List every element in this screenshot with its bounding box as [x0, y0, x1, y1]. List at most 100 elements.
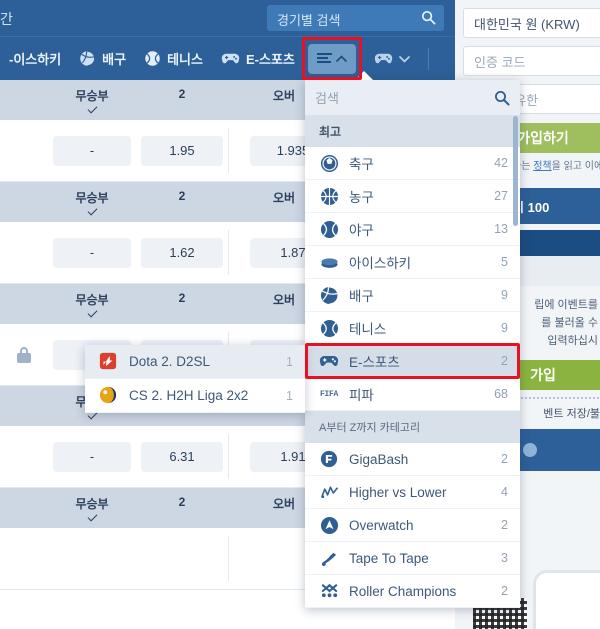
roller-champions-icon: [319, 581, 339, 601]
tennis-ball-icon: [319, 318, 339, 338]
cell-draw[interactable]: -: [48, 237, 136, 268]
nav-item-ice-hockey[interactable]: -이스하키: [0, 37, 70, 81]
signup-button-label: 가입하기: [517, 130, 569, 146]
header-draw[interactable]: 무승부: [48, 189, 136, 216]
submenu-item-dota2[interactable]: Dota 2. D2SL 1: [85, 345, 305, 379]
row-lock-slot: [0, 346, 48, 363]
search-placeholder: 경기별 검색: [277, 13, 341, 28]
header-draw-label: 무승부: [75, 191, 109, 205]
search-input[interactable]: 경기별 검색: [267, 5, 444, 31]
dropdown-item-roller-champions[interactable]: Roller Champions 2: [305, 575, 520, 608]
dropdown-item-higher-vs-lower[interactable]: Higher vs Lower 4: [305, 476, 520, 509]
nav-label: -이스하키: [9, 52, 62, 67]
nav-item-esports[interactable]: E-스포츠: [212, 37, 304, 81]
chevron-down-icon: [399, 55, 410, 63]
header-two[interactable]: 2: [136, 291, 228, 305]
promo-code-input[interactable]: 인증 코드: [463, 46, 600, 76]
dropdown-item-tennis[interactable]: 테니스 9: [305, 312, 520, 345]
chevron-down-icon: [87, 103, 97, 114]
dropdown-item-tape-to-tape[interactable]: Tape To Tape 3: [305, 542, 520, 575]
dropdown-item-overwatch[interactable]: Overwatch 2: [305, 509, 520, 542]
dropdown-scrollbar[interactable]: [513, 116, 518, 226]
lock-icon: [17, 346, 31, 363]
header-two[interactable]: 2: [136, 189, 228, 203]
time-column-label: 간: [0, 11, 13, 27]
dropdown-item-count: 9: [501, 288, 508, 302]
submenu-item-count: 1: [286, 354, 293, 369]
odds-value-two: 6.31: [141, 441, 223, 472]
cell-two[interactable]: 6.31: [136, 441, 228, 472]
nav-label: 배구: [102, 52, 127, 67]
header-over-label: 오버: [272, 191, 296, 205]
cell-two[interactable]: 1.62: [136, 237, 228, 268]
dota2-icon: [99, 352, 119, 372]
phone-mockup-image: [533, 570, 600, 629]
header-over-label: 오버: [272, 89, 296, 103]
dropdown-item-gigabash[interactable]: GigaBash 2: [305, 443, 520, 476]
cell-two[interactable]: 1.95: [136, 135, 228, 166]
dropdown-item-fifa[interactable]: FIFA 피파 68: [305, 378, 520, 411]
dropdown-item-soccer[interactable]: 축구 42: [305, 147, 520, 180]
join-button-label: 가입: [530, 367, 556, 383]
hockey-puck-icon: [319, 252, 339, 272]
dropdown-item-label: GigaBash: [349, 451, 409, 467]
list-lines-icon: [316, 52, 332, 63]
counter-strike-icon: [99, 386, 119, 406]
terms-mid: 을 읽고 이에: [551, 161, 600, 172]
search-icon: [495, 90, 510, 105]
dropdown-item-count: 2: [501, 452, 508, 466]
dropdown-item-label: E-스포츠: [349, 355, 400, 370]
header-two[interactable]: 2: [136, 87, 228, 101]
header-draw[interactable]: 무승부: [48, 495, 136, 522]
cell-draw[interactable]: -: [48, 135, 136, 166]
tape-to-tape-icon: [319, 548, 339, 568]
dropdown-search-input[interactable]: 검색: [305, 80, 520, 115]
terms-link[interactable]: 정책: [533, 161, 551, 172]
submenu-item-label: Dota 2. D2SL: [129, 354, 211, 369]
dropdown-item-baseball[interactable]: 야구 13: [305, 213, 520, 246]
basketball-icon: [319, 186, 339, 206]
header-draw[interactable]: 무승부: [48, 87, 136, 114]
dropdown-item-basketball[interactable]: 농구 27: [305, 180, 520, 213]
esports-controller-icon: [319, 351, 339, 371]
overwatch-icon: [319, 515, 339, 535]
dropdown-item-count: 2: [501, 518, 508, 532]
dropdown-item-count: 42: [494, 156, 508, 170]
dropdown-item-esports[interactable]: E-스포츠 2: [305, 345, 520, 378]
chevron-down-icon: [87, 307, 97, 318]
dropdown-item-label: 배구: [349, 289, 374, 304]
chevron-up-icon: [336, 54, 347, 62]
app-root: 무승부 2 오버 종합 - 1.95 1.935 22: [0, 0, 600, 629]
dropdown-item-label: Overwatch: [349, 517, 414, 533]
dropdown-section-az: A부터 Z까지 카테고리: [305, 411, 520, 443]
sports-dropdown-panel: 검색 최고 축구 42 농구 27 야구 13 아이스하키 5 배구 9 테니스…: [305, 71, 520, 608]
odds-value-draw: -: [53, 441, 131, 472]
header-two-label: 2: [178, 291, 186, 305]
dropdown-item-ice-hockey[interactable]: 아이스하키 5: [305, 246, 520, 279]
header-draw[interactable]: 무승부: [48, 291, 136, 318]
nav-item-tennis[interactable]: 테니스: [135, 37, 212, 81]
dropdown-item-volleyball[interactable]: 배구 9: [305, 279, 520, 312]
volleyball-icon: [319, 285, 339, 305]
dropdown-item-count: 13: [494, 222, 508, 236]
gigabash-icon: [319, 449, 339, 469]
currency-select[interactable]: 대한민국 원 (KRW): [463, 8, 600, 38]
header-two[interactable]: 2: [136, 495, 228, 509]
header-draw-label: 무승부: [75, 293, 109, 307]
nav-divider: [427, 47, 429, 70]
casino-games-menu[interactable]: [374, 52, 410, 65]
tennis-icon: [145, 51, 160, 66]
submenu-item-cs2[interactable]: CS 2. H2H Liga 2x2 1: [85, 379, 305, 413]
dropdown-search-placeholder: 검색: [315, 91, 339, 106]
search-icon: [421, 10, 436, 25]
save-event-label: 벤트 저장/불: [543, 408, 600, 420]
nav-item-volleyball[interactable]: 배구: [70, 37, 135, 81]
more-sports-button[interactable]: [307, 43, 356, 74]
header-draw-label: 무승부: [75, 497, 109, 511]
top-bar: 간 경기별 검색: [0, 0, 455, 36]
dropdown-section-top: 최고: [305, 115, 520, 147]
cell-draw[interactable]: -: [48, 441, 136, 472]
odds-value-draw: -: [53, 135, 131, 166]
baseball-icon: [319, 219, 339, 239]
chevron-down-icon: [87, 511, 97, 522]
